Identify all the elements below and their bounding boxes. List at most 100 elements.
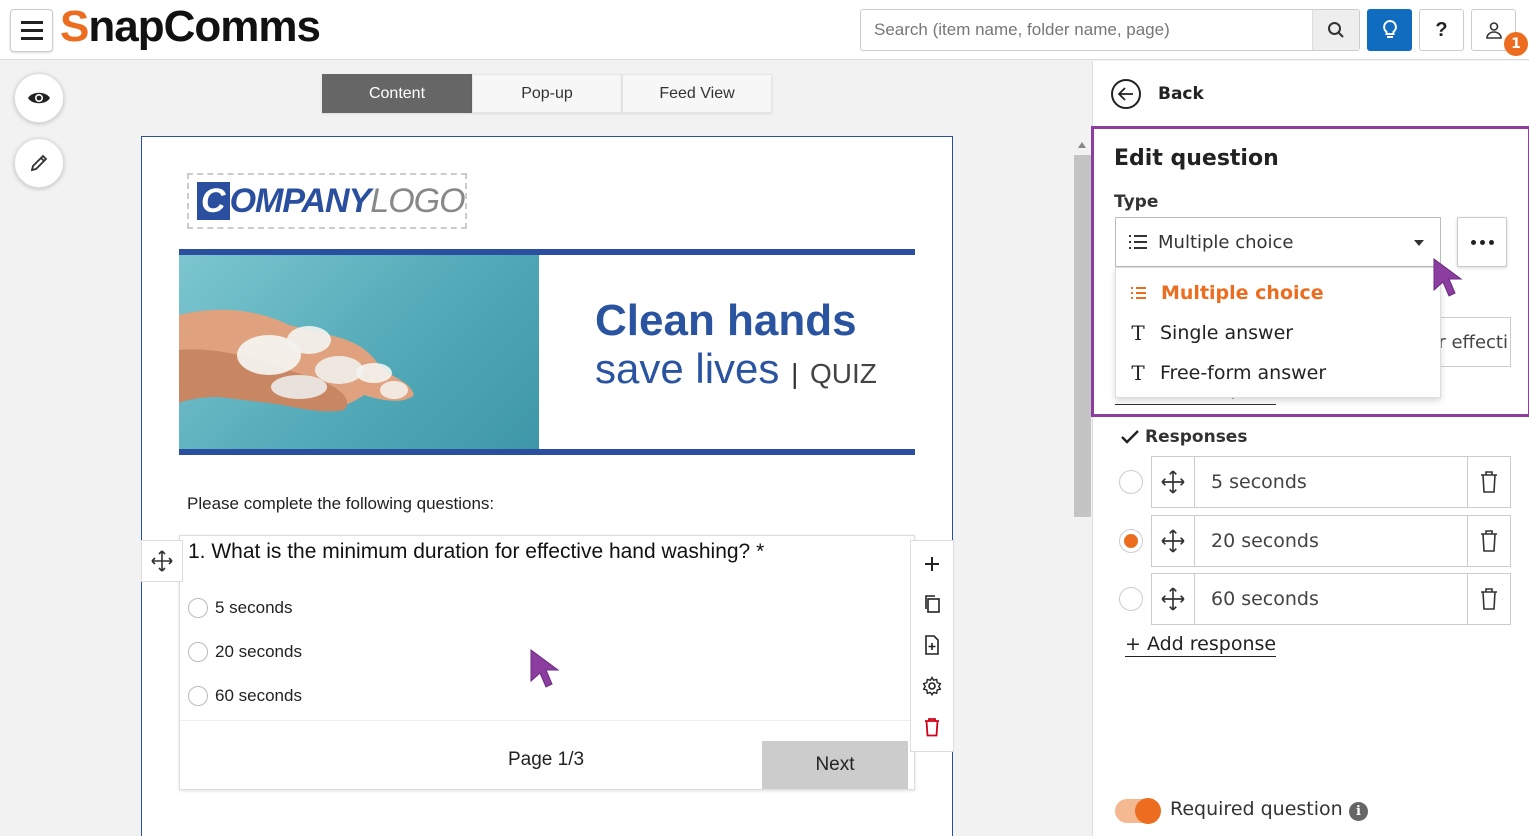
- type-option-single-answer[interactable]: T Single answer: [1130, 321, 1293, 345]
- mouse-cursor-icon: [530, 649, 560, 688]
- banner-text: Clean hands save lives | QUIZ: [539, 255, 915, 449]
- block-toolbar: [910, 540, 954, 752]
- list-icon: [1131, 287, 1146, 299]
- eye-icon: [28, 92, 50, 104]
- search-box: [860, 9, 1360, 51]
- lightbulb-icon: [1382, 19, 1397, 38]
- scroll-up-arrow-icon[interactable]: [1078, 142, 1086, 148]
- mouse-cursor-icon: [1433, 258, 1463, 297]
- menu-button[interactable]: [10, 9, 53, 52]
- add-icon[interactable]: [923, 555, 941, 573]
- required-question-label: Required question: [1170, 798, 1343, 820]
- required-toggle[interactable]: [1115, 798, 1161, 824]
- search-input[interactable]: [861, 10, 1312, 50]
- response-move-handle[interactable]: [1152, 574, 1195, 624]
- type-option-multiple-choice[interactable]: Multiple choice: [1130, 282, 1324, 304]
- response-correct-radio[interactable]: [1119, 529, 1143, 553]
- response-correct-radio[interactable]: [1119, 470, 1143, 494]
- option-radio[interactable]: [188, 642, 208, 662]
- content-canvas: C OMPANY LOGO Clean hands save lives | QUI…: [141, 136, 953, 836]
- response-move-handle[interactable]: [1152, 457, 1195, 507]
- edit-button[interactable]: [14, 138, 64, 188]
- ellipsis-icon: [1470, 239, 1476, 245]
- pencil-icon: [30, 154, 48, 172]
- trash-icon: [1481, 471, 1497, 493]
- move-block-handle[interactable]: [141, 540, 183, 582]
- response-delete-button[interactable]: [1467, 574, 1510, 624]
- caret-down-icon: [1414, 240, 1424, 246]
- tab-feed-view[interactable]: Feed View: [622, 74, 772, 113]
- response-text-input[interactable]: 20 seconds: [1195, 516, 1467, 566]
- question-footer: Page 1/3 Next: [180, 720, 914, 790]
- option-radio[interactable]: [188, 686, 208, 706]
- response-row: 20 seconds: [1119, 515, 1511, 567]
- quiz-option[interactable]: 5 seconds: [188, 598, 293, 618]
- type-label: Type: [1114, 192, 1159, 212]
- response-field: 20 seconds: [1151, 515, 1511, 567]
- next-button[interactable]: Next: [762, 741, 908, 789]
- tips-button[interactable]: [1367, 9, 1412, 51]
- move-icon: [1161, 529, 1185, 553]
- quiz-option[interactable]: 20 seconds: [188, 642, 302, 662]
- search-icon: [1328, 22, 1344, 38]
- response-delete-button[interactable]: [1467, 516, 1510, 566]
- text-icon: T: [1131, 321, 1145, 345]
- response-delete-button[interactable]: [1467, 457, 1510, 507]
- preview-button[interactable]: [14, 73, 64, 123]
- tab-popup[interactable]: Pop-up: [472, 74, 622, 113]
- text-icon: T: [1131, 361, 1145, 385]
- response-text-input[interactable]: 60 seconds: [1195, 574, 1467, 624]
- add-page-icon[interactable]: [924, 635, 940, 655]
- list-icon: [1129, 235, 1147, 249]
- edit-panel: Back Edit question Type r effecti + Add …: [1091, 61, 1529, 836]
- copy-icon[interactable]: [923, 594, 941, 614]
- quiz-banner[interactable]: Clean hands save lives | QUIZ: [179, 249, 915, 455]
- top-bar: SnapComms ? 1: [0, 0, 1529, 60]
- page-indicator: Page 1/3: [508, 749, 585, 770]
- response-text-input[interactable]: 5 seconds: [1195, 457, 1467, 507]
- user-icon: [1485, 22, 1502, 39]
- hamburger-icon: [20, 21, 43, 24]
- search-button[interactable]: [1312, 10, 1359, 50]
- type-select[interactable]: Multiple choice: [1115, 217, 1441, 267]
- type-option-free-form[interactable]: T Free-form answer: [1130, 361, 1326, 385]
- move-icon: [151, 550, 173, 572]
- move-icon: [1161, 470, 1185, 494]
- check-icon: [1121, 430, 1139, 444]
- back-arrow-icon: [1111, 79, 1141, 109]
- move-icon: [1161, 587, 1185, 611]
- response-field: 60 seconds: [1151, 573, 1511, 625]
- question-text-input[interactable]: r effecti: [1433, 317, 1511, 367]
- responses-header: Responses: [1121, 427, 1247, 447]
- company-logo[interactable]: C OMPANY LOGO: [187, 173, 467, 229]
- scrollbar-thumb[interactable]: [1074, 155, 1091, 517]
- gear-icon[interactable]: [922, 675, 942, 696]
- type-dropdown-menu: Multiple choice T Single answer T Free-f…: [1115, 267, 1441, 398]
- notification-badge[interactable]: 1: [1504, 32, 1528, 56]
- quiz-option[interactable]: 60 seconds: [188, 686, 302, 706]
- add-response-link[interactable]: + Add response: [1125, 633, 1277, 657]
- response-row: 5 seconds: [1119, 456, 1511, 508]
- quiz-instructions[interactable]: Please complete the following questions:: [187, 494, 494, 514]
- banner-title: Clean hands: [595, 296, 857, 345]
- response-field: 5 seconds: [1151, 456, 1511, 508]
- view-tabs: Content Pop-up Feed View: [322, 74, 772, 113]
- info-icon[interactable]: i: [1349, 802, 1368, 821]
- tab-content[interactable]: Content: [322, 74, 472, 113]
- handwashing-image: [179, 255, 539, 449]
- response-move-handle[interactable]: [1152, 516, 1195, 566]
- help-button[interactable]: ?: [1419, 9, 1464, 51]
- response-correct-radio[interactable]: [1119, 587, 1143, 611]
- help-icon: ?: [1435, 18, 1448, 41]
- trash-icon: [1481, 530, 1497, 552]
- trash-icon: [1481, 588, 1497, 610]
- brand-logo[interactable]: SnapComms: [60, 3, 321, 51]
- option-radio[interactable]: [188, 598, 208, 618]
- banner-subtitle: save lives | QUIZ: [595, 345, 877, 392]
- trash-icon[interactable]: [923, 717, 941, 737]
- back-button[interactable]: Back: [1111, 79, 1204, 109]
- response-row: 60 seconds: [1119, 573, 1511, 625]
- question-title: 1. What is the minimum duration for effe…: [188, 540, 765, 563]
- panel-title: Edit question: [1114, 146, 1279, 171]
- soapy-hands-illustration: [179, 309, 414, 412]
